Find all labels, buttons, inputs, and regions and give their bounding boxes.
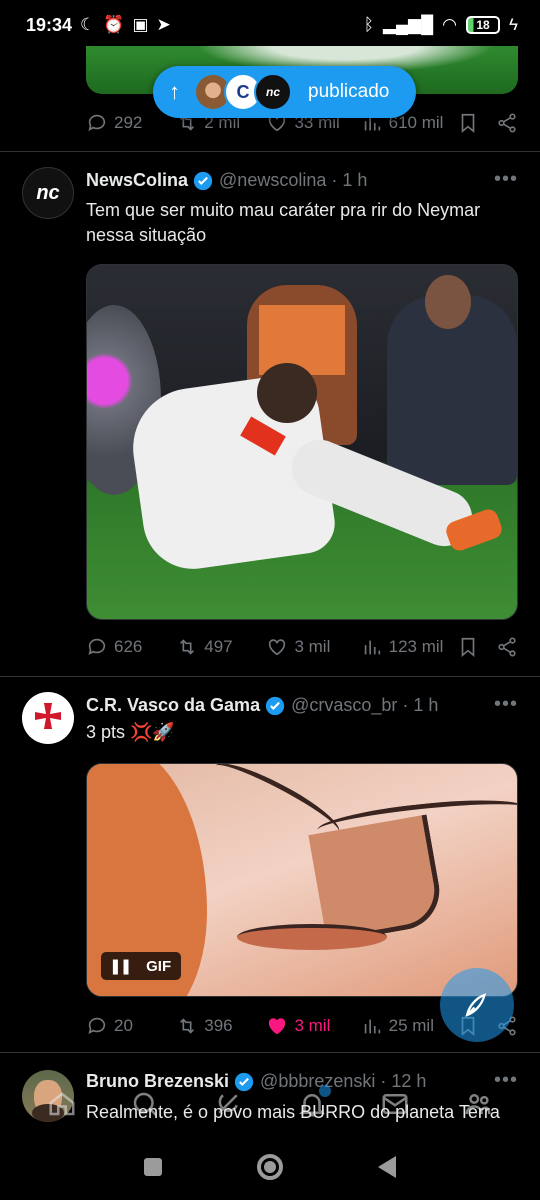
views-icon [364,640,380,655]
bookmark-button[interactable] [457,636,496,658]
nav-home[interactable] [45,1087,79,1121]
heart-filled-icon [269,1018,286,1035]
verified-icon [265,696,285,715]
compose-icon [465,993,487,1017]
reply-button[interactable]: 292 [86,112,176,134]
repost-icon [180,1018,195,1034]
tweet-text: Tem que ser muito mau caráter pra rir do… [86,200,481,245]
bottom-navigation [0,1074,540,1134]
charging-icon: ϟ [509,15,518,34]
tweet-gif[interactable]: ❚❚ GIF [86,763,518,997]
share-button[interactable] [496,112,518,134]
wifi-icon: ◠ [442,15,457,34]
search-icon [133,1092,158,1117]
home-button[interactable] [257,1154,283,1180]
alarm-icon: ⏰ [103,15,125,34]
nav-grok[interactable] [211,1087,245,1121]
author-name[interactable]: NewsColina [86,170,188,191]
avatar[interactable]: nc [22,167,74,219]
gif-label: GIF [146,957,172,975]
back-button[interactable] [378,1156,396,1178]
tweet-time: 1 h [413,695,439,715]
more-options-icon[interactable]: ••• [494,168,518,191]
author-handle[interactable]: @crvasco_br [291,695,397,716]
reply-button[interactable]: 626 [86,636,176,658]
tweet-text: 3 pts 💢🚀 [86,722,175,742]
telegram-icon: ➤ [156,15,171,34]
signal-icon: ▂▄▆█ [382,15,434,34]
battery-icon: 18 [466,16,500,34]
vasco-cross-icon [35,703,61,729]
gif-controls[interactable]: ❚❚ GIF [101,952,182,980]
like-button[interactable]: 3 mil [266,636,360,658]
share-icon [498,637,516,657]
share-icon [498,113,516,133]
nav-search[interactable] [128,1087,162,1121]
author-handle[interactable]: @newscolina [219,170,326,191]
status-time: 19:34 [26,14,73,35]
bookmark-button[interactable] [457,112,496,134]
notification-badge [318,1085,331,1097]
heart-icon [269,639,286,656]
tweet-image[interactable] [86,264,518,620]
compose-button[interactable] [440,968,514,1042]
author-name[interactable]: C.R. Vasco da Gama [86,695,260,716]
views-icon [364,1019,380,1034]
new-posts-label: publicado [308,81,390,102]
bluetooth-icon: ᛒ [363,15,374,34]
nav-notifications[interactable] [295,1085,331,1121]
reply-button[interactable]: 20 [86,1015,176,1037]
status-bar: 19:34 ☾ ⏰ ▣ ➤ ᛒ ▂▄▆█ ◠ 18 ϟ [0,0,540,50]
sim-icon: ▣ [132,15,149,34]
moon-icon: ☾ [80,15,96,34]
pause-icon[interactable]: ❚❚ [101,957,138,975]
bookmark-icon [461,637,475,658]
reply-icon [88,114,106,131]
home-icon [49,1092,75,1116]
recents-button[interactable] [144,1158,162,1176]
views-button[interactable]: 123 mil [361,636,457,658]
like-button[interactable]: 3 mil [266,1015,360,1037]
new-posts-pill[interactable]: ↑ C nc publicado [153,66,416,118]
reply-icon [88,1017,106,1034]
tweet-time: 1 h [342,170,368,190]
tweet-header: C.R. Vasco da Gama @crvasco_br · 1 h [86,695,439,716]
tweet-header: NewsColina @newscolina · 1 h [86,170,368,191]
avatar[interactable] [22,692,74,744]
system-navigation-bar [0,1134,540,1200]
repost-button[interactable]: 396 [176,1015,266,1037]
tweet[interactable]: nc NewsColina @newscolina · 1 h ••• Tem … [0,152,540,677]
more-options-icon[interactable]: ••• [494,693,518,716]
avatar: nc [254,73,292,111]
communities-icon [465,1094,491,1115]
verified-icon [193,171,213,190]
mail-icon [382,1094,408,1114]
share-button[interactable] [496,636,518,658]
tweet-actions: 626 497 3 mil 123 mil [86,632,518,662]
nav-messages[interactable] [378,1087,412,1121]
nav-communities[interactable] [461,1087,495,1121]
bookmark-icon [461,113,475,134]
arrow-up-icon: ↑ [169,79,180,104]
repost-icon [180,639,195,655]
grok-icon [218,1094,239,1114]
repost-button[interactable]: 497 [176,636,266,658]
reply-icon [88,638,106,655]
